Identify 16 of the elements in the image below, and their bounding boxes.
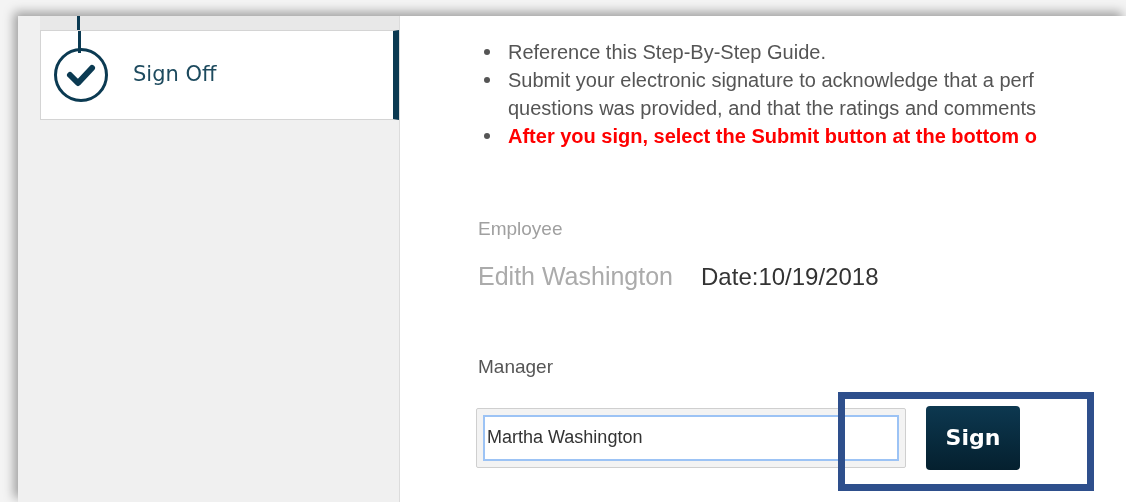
bullet-icon	[484, 49, 490, 55]
employee-name: Edith Washington	[478, 260, 674, 292]
employee-label: Employee	[478, 217, 564, 241]
bullet-icon	[484, 77, 490, 83]
step-label: Sign Off	[133, 61, 217, 89]
signature-date: Date:10/19/2018	[701, 261, 879, 292]
instruction-text: Submit your electronic signature to acknowledge that a perf	[508, 68, 1035, 93]
sign-button[interactable]: Sign	[926, 405, 1020, 470]
manager-name-field[interactable]: Martha Washington	[476, 407, 906, 468]
step-connector	[77, 16, 80, 30]
instruction-text: Reference this Step-By-Step Guide.	[508, 40, 826, 65]
warning-text: After you sign, select the Submit button at the bottom o	[508, 124, 1037, 149]
step-item[interactable]: Sign Off	[40, 30, 399, 120]
instruction-text: questions was provided, and that the ratings and comments	[508, 96, 1037, 121]
manager-label: Manager	[478, 355, 554, 379]
bullet-icon	[484, 133, 490, 139]
